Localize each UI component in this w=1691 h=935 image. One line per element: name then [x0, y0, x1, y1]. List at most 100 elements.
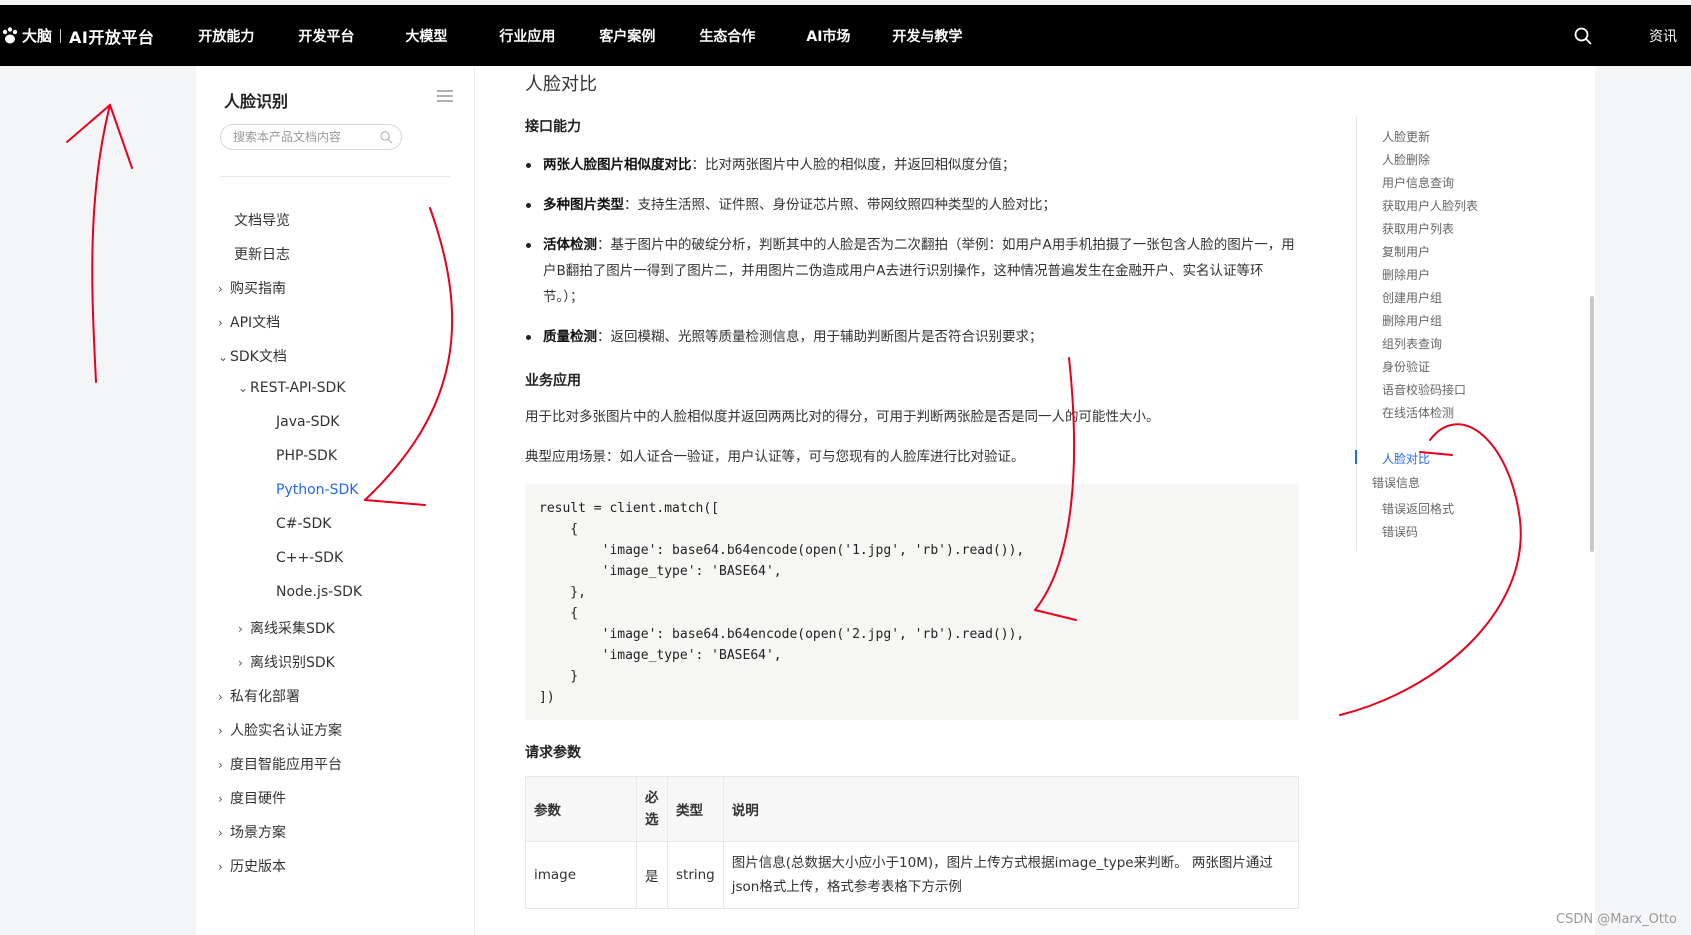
table-cell: 是 [636, 841, 668, 909]
sidebar-item-nodejs-sdk[interactable]: Node.js-SDK [276, 584, 362, 600]
nav-item-ai-market[interactable]: AI市场 [806, 26, 892, 46]
bullet-bold: 两张人脸图片相似度对比 [543, 157, 692, 173]
sidebar-item-dumu-platform[interactable]: › 度目智能应用平台 [218, 754, 342, 774]
toc-item[interactable]: 在线活体检测 [1382, 404, 1454, 421]
toc-item-active[interactable]: 人脸对比 [1382, 450, 1430, 467]
sidebar-divider [220, 176, 450, 177]
business-description: 用于比对多张图片中的人脸相似度并返回两两比对的得分，可用于判断两张脸是否是同一人… [525, 409, 1160, 425]
toc-item[interactable]: 语音校验码接口 [1382, 381, 1466, 398]
bullet-bold: 多种图片类型 [543, 197, 624, 213]
toc-item[interactable]: 获取用户列表 [1382, 220, 1454, 237]
scrollbar[interactable] [1590, 296, 1594, 552]
bullet-bold: 质量检测 [543, 329, 597, 345]
sidebar-item-label: 度目硬件 [230, 791, 286, 807]
section-heading-params: 请求参数 [525, 745, 581, 761]
chevron-right-icon: › [218, 316, 223, 330]
search-icon[interactable] [379, 130, 393, 144]
sidebar-item-history[interactable]: › 历史版本 [218, 856, 286, 876]
sidebar-item-label: 离线识别SDK [250, 655, 335, 671]
sidebar-item-doc-overview[interactable]: 文档导览 [234, 210, 290, 230]
nav-item-dev-teaching[interactable]: 开发与教学 [892, 26, 992, 46]
sidebar-item-label: REST-API-SDK [250, 380, 346, 396]
toc-item[interactable]: 删除用户组 [1382, 312, 1442, 329]
sidebar-item-python-sdk[interactable]: Python-SDK [276, 482, 358, 498]
bullet-dot [526, 243, 531, 248]
table-cell: string [667, 841, 724, 909]
sidebar-item-offline-capture-sdk[interactable]: › 离线采集SDK [238, 618, 335, 638]
toc-item[interactable]: 创建用户组 [1382, 289, 1442, 306]
toc-item[interactable]: 人脸更新 [1382, 128, 1430, 145]
sidebar-item-purchase[interactable]: › 购买指南 [218, 278, 286, 298]
sidebar-item-cpp-sdk[interactable]: C++-SDK [276, 550, 343, 566]
list-item: 活体检测：基于图片中的破绽分析，判断其中的人脸是否为二次翻拍（举例：如用户A用手… [526, 232, 1299, 310]
sidebar-item-private-deploy[interactable]: › 私有化部署 [218, 686, 300, 706]
toc-item[interactable]: 错误码 [1382, 523, 1418, 540]
sidebar-item-label: 场景方案 [230, 825, 286, 841]
toc-item[interactable]: 用户信息查询 [1382, 174, 1454, 191]
nav-item-open-capability[interactable]: 开放能力 [198, 26, 298, 46]
table-row: image 是 string 图片信息(总数据大小应小于10M)，图片上传方式根… [525, 841, 1300, 909]
doc-search-input[interactable]: 搜索本产品文档内容 [220, 124, 402, 150]
chevron-right-icon: › [218, 724, 223, 738]
sidebar-item-label: Python-SDK [276, 482, 359, 498]
toc-item[interactable]: 删除用户 [1382, 266, 1430, 283]
sidebar-item-dumu-hardware[interactable]: › 度目硬件 [218, 788, 286, 808]
sidebar-item-realname-auth[interactable]: › 人脸实名认证方案 [218, 720, 342, 740]
sidebar-item-label: 历史版本 [230, 859, 286, 875]
table-header: 必选 [636, 776, 668, 842]
news-link[interactable]: 资讯 [1649, 26, 1677, 46]
toc-item[interactable]: 身份验证 [1382, 358, 1430, 375]
platform-name: AI开放平台 [69, 27, 155, 47]
table-cell: image [525, 841, 637, 909]
annotation-arrowhead-up [66, 103, 133, 169]
nav-item-dev-platform[interactable]: 开发平台 [298, 26, 405, 46]
bullet-bold: 活体检测 [543, 237, 597, 253]
toc-item[interactable]: 复制用户 [1382, 243, 1430, 260]
top-navigation-bar: 大脑 AI开放平台 开放能力 开发平台 大模型 行业应用 客户案例 生态合作 A… [0, 5, 1691, 66]
sidebar-item-label: 更新日志 [234, 247, 290, 263]
toc-item[interactable]: 获取用户人脸列表 [1382, 197, 1478, 214]
chevron-right-icon: › [238, 656, 243, 670]
nav-item-large-model[interactable]: 大模型 [405, 26, 499, 46]
toc-item[interactable]: 错误信息 [1372, 474, 1420, 491]
bullet-dot [526, 203, 531, 208]
sidebar-item-rest-api-sdk[interactable]: ⌄ REST-API-SDK [238, 380, 346, 396]
list-item: 质量检测：返回模糊、光照等质量检测信息，用于辅助判断图片是否符合识别要求； [526, 324, 1299, 350]
nav-item-industry[interactable]: 行业应用 [499, 26, 599, 46]
sidebar-item-offline-recognition-sdk[interactable]: › 离线识别SDK [238, 652, 335, 672]
code-block: result = client.match([ { 'image': base6… [525, 484, 1299, 720]
list-item: 两张人脸图片相似度对比：比对两张图片中人脸的相似度，并返回相似度分值； [526, 152, 1299, 178]
sidebar-item-java-sdk[interactable]: Java-SDK [276, 414, 339, 430]
menu-icon[interactable] [436, 89, 454, 103]
search-icon[interactable] [1573, 26, 1593, 46]
toc-item[interactable]: 错误返回格式 [1382, 500, 1454, 517]
sidebar-item-label: 文档导览 [234, 213, 290, 229]
sidebar-item-label: PHP-SDK [276, 448, 338, 464]
sidebar-item-label: 离线采集SDK [250, 621, 335, 637]
doc-search-placeholder: 搜索本产品文档内容 [233, 130, 342, 144]
doc-sidebar: 人脸识别 搜索本产品文档内容 文档导览 更新日志 › 购买指南 › API文档 ⌄ S… [196, 66, 474, 935]
toc-item[interactable]: 人脸删除 [1382, 151, 1430, 168]
sidebar-item-php-sdk[interactable]: PHP-SDK [276, 448, 337, 464]
chevron-right-icon: › [218, 860, 223, 874]
nav-item-ecosystem[interactable]: 生态合作 [699, 26, 806, 46]
nav-item-cases[interactable]: 客户案例 [599, 26, 699, 46]
table-header-row: 参数 必选 类型 说明 [525, 776, 1300, 842]
bullet-text: ：基于图片中的破绽分析，判断其中的人脸是否为二次翻拍（举例：如用户A用手机拍摄了… [543, 237, 1295, 305]
brand-divider [60, 28, 62, 43]
table-cell: 图片信息(总数据大小应小于10M)，图片上传方式根据image_type来判断。… [722, 841, 1300, 909]
bullet-text: ：返回模糊、光照等质量检测信息，用于辅助判断图片是否符合识别要求； [597, 329, 1043, 345]
logo[interactable]: 大脑 AI开放平台 [0, 5, 154, 66]
list-item: 多种图片类型：支持生活照、证件照、身份证芯片照、带网纹照四种类型的人脸对比； [526, 192, 1299, 218]
section-heading-capability: 接口能力 [525, 119, 581, 135]
page-title: 人脸对比 [525, 74, 597, 95]
sidebar-title: 人脸识别 [224, 92, 289, 111]
sidebar-item-scenario[interactable]: › 场景方案 [218, 822, 286, 842]
sidebar-item-sdk-docs[interactable]: ⌄ SDK文档 [218, 346, 287, 366]
baidu-paw-icon [2, 26, 18, 43]
sidebar-item-csharp-sdk[interactable]: C#-SDK [276, 516, 331, 532]
sidebar-item-api-docs[interactable]: › API文档 [218, 312, 280, 332]
sidebar-item-changelog[interactable]: 更新日志 [234, 244, 290, 264]
toc-item[interactable]: 组列表查询 [1382, 335, 1442, 352]
chevron-right-icon: › [218, 792, 223, 806]
